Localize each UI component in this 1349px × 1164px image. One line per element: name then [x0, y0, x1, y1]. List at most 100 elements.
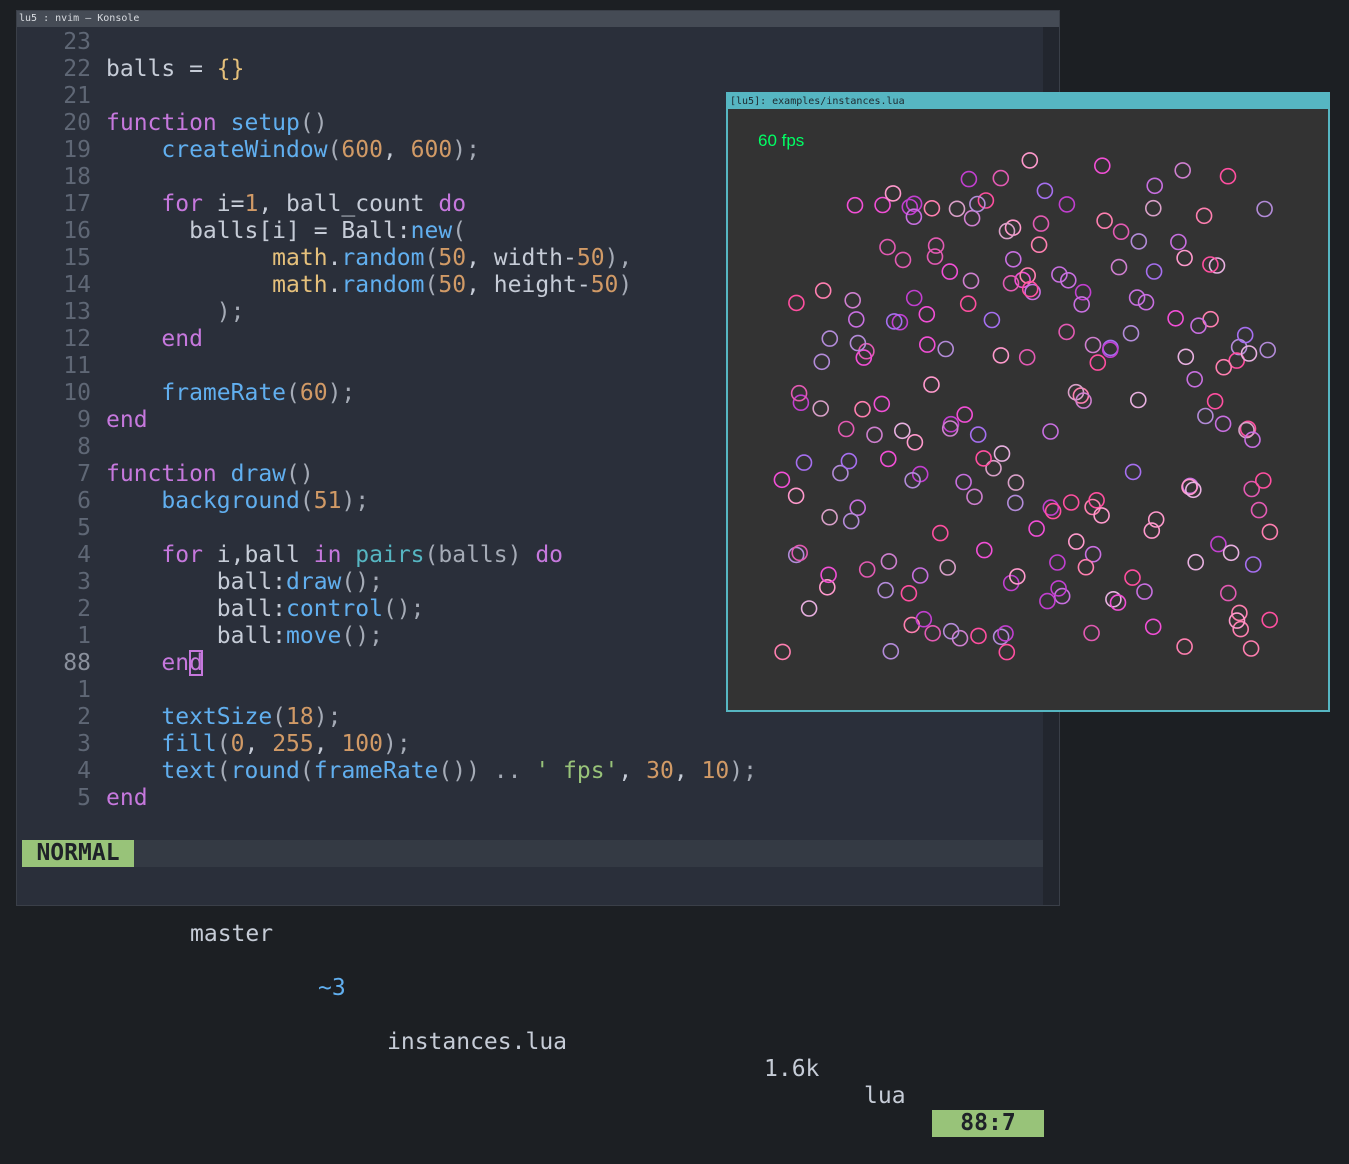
code-token: , ball_count: [258, 191, 439, 217]
ball: [975, 450, 992, 467]
code-line[interactable]: 1: [17, 677, 91, 704]
line-number: 6: [77, 488, 91, 514]
code-token: frameRate: [313, 758, 439, 784]
code-line[interactable]: 6 background(51);: [17, 488, 369, 515]
line-number: 11: [63, 353, 91, 379]
code-token: round: [230, 758, 300, 784]
code-token: 600: [410, 137, 453, 163]
code-line[interactable]: 16 balls[i] = Ball:new(: [17, 218, 466, 245]
ball: [1186, 370, 1204, 388]
code-token: 50: [438, 245, 467, 271]
code-line[interactable]: 19 createWindow(600, 600);: [17, 137, 480, 164]
code-line[interactable]: 7 function draw(): [17, 461, 314, 488]
ball: [906, 433, 924, 451]
ball: [774, 643, 791, 661]
code-line[interactable]: 18: [17, 164, 91, 191]
ball: [854, 400, 871, 418]
code-line[interactable]: 12 end: [17, 326, 203, 353]
ball: [998, 643, 1016, 661]
ball: [1129, 391, 1147, 409]
cursor-position: 88:7: [932, 1110, 1044, 1137]
ball: [900, 584, 918, 602]
ball: [1242, 640, 1260, 657]
code-line[interactable]: 23: [17, 29, 91, 56]
code-line[interactable]: 3 fill(0, 255, 100);: [17, 731, 411, 758]
code-token: frameRate: [161, 380, 287, 406]
ball: [1256, 200, 1273, 218]
line-code: background(51);: [106, 488, 369, 515]
line-number: 3: [77, 569, 91, 595]
code-token: (: [216, 758, 231, 784]
code-token: for: [161, 191, 203, 217]
code-token: (: [299, 488, 314, 514]
code-line[interactable]: 15 math.random(50, width-50),: [17, 245, 632, 272]
line-number: 19: [63, 137, 91, 163]
lu5-canvas[interactable]: 60 fps: [728, 109, 1328, 710]
ball: [1122, 325, 1140, 342]
code-token: 255: [272, 731, 314, 757]
ball: [932, 524, 949, 542]
code-line[interactable]: 4 for i,ball in pairs(balls) do: [17, 542, 563, 569]
line-number: 12: [63, 326, 91, 352]
ball: [992, 169, 1010, 187]
code-token: ball:: [106, 623, 287, 649]
code-token: (: [299, 758, 314, 784]
code-token: {}: [216, 56, 245, 82]
code-line[interactable]: 11: [17, 353, 91, 380]
ball: [842, 512, 860, 530]
code-line[interactable]: 13 );: [17, 299, 244, 326]
code-line[interactable]: 3 ball:draw();: [17, 569, 383, 596]
code-token: ' fps': [535, 758, 619, 784]
ball: [1236, 326, 1254, 344]
line-code: text(round(frameRate()) .. ' fps', 30, 1…: [106, 758, 757, 785]
code-line[interactable]: 1 ball:move();: [17, 623, 383, 650]
line-number: 9: [77, 407, 91, 433]
code-line[interactable]: 2 ball:control();: [17, 596, 424, 623]
code-line[interactable]: 5 end: [17, 785, 147, 812]
code-token: math: [272, 245, 328, 271]
ball: [795, 454, 813, 471]
code-token: .: [327, 272, 342, 298]
code-line[interactable]: 14 math.random(50, height-50): [17, 272, 632, 299]
code-token: (: [286, 380, 300, 406]
code-line[interactable]: 88 end: [17, 650, 203, 677]
code-token: balls =: [106, 56, 217, 82]
code-line[interactable]: 4 text(round(frameRate()) .. ' fps', 30,…: [17, 758, 757, 785]
ball: [911, 567, 929, 584]
code-line[interactable]: 5: [17, 515, 91, 542]
code-line[interactable]: 8: [17, 434, 91, 461]
code-line[interactable]: 21: [17, 83, 91, 110]
ball: [977, 192, 995, 209]
ball: [848, 311, 865, 328]
konsole-titlebar: lu5 : nvim — Konsole: [17, 11, 1059, 27]
lu5-titlebar: [lu5]: examples/instances.lua: [728, 94, 1328, 109]
ball: [1058, 196, 1076, 213]
code-line[interactable]: 17 for i=1, ball_count do: [17, 191, 466, 218]
ball: [1007, 474, 1025, 491]
code-line[interactable]: 9 end: [17, 407, 147, 434]
ball: [790, 384, 808, 402]
code-line[interactable]: 2 textSize(18);: [17, 704, 341, 731]
code-token: ),: [604, 245, 633, 271]
code-token: random: [341, 245, 425, 271]
nvim-command-line[interactable]: [22, 867, 1044, 893]
code-token: end: [106, 785, 148, 811]
code-line[interactable]: 10 frameRate(60);: [17, 380, 355, 407]
code-token: en: [161, 650, 190, 676]
ball: [800, 600, 818, 617]
ball: [1096, 212, 1113, 229]
ball: [837, 420, 855, 438]
ball: [1093, 157, 1111, 175]
code-token: function: [106, 461, 217, 487]
lu5-window[interactable]: [lu5]: examples/instances.lua 60 fps: [726, 92, 1330, 712]
line-number: 7: [77, 461, 91, 487]
code-line[interactable]: 22 balls = {}: [17, 56, 244, 83]
code-token: , width-: [466, 245, 577, 271]
code-line[interactable]: 20 function setup(): [17, 110, 327, 137]
line-code: );: [106, 299, 245, 326]
